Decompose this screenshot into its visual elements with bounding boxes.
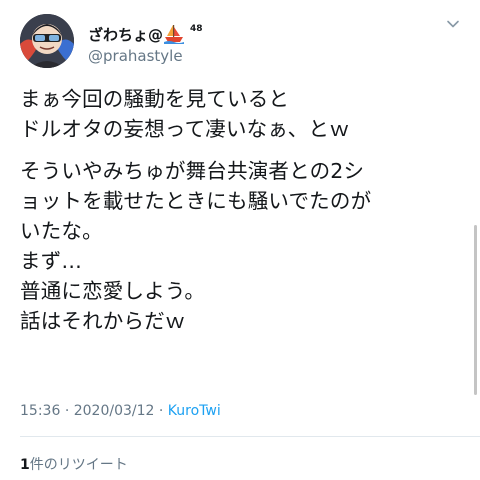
ship-icon xyxy=(164,24,185,44)
badge-number: 48 xyxy=(190,24,203,34)
tweet-metadata: 15:36 · 2020/03/12 · KuroTwi xyxy=(20,403,221,419)
tweet-line: まず… xyxy=(20,249,83,273)
avatar-image xyxy=(20,14,74,68)
tweet-paragraph-2: そういやみちゅが舞台共演者との2シ ョットを載せたときにも騒いでたのが いたな。… xyxy=(20,156,460,336)
scrollbar[interactable] xyxy=(474,225,477,395)
chevron-down-icon[interactable] xyxy=(446,16,460,30)
retweet-count-link[interactable]: 1件のリツイート xyxy=(20,454,128,474)
display-name[interactable]: ざわちょ@ xyxy=(88,24,163,45)
meta-separator: · xyxy=(158,403,164,419)
divider xyxy=(20,436,480,437)
meta-separator: · xyxy=(64,403,70,419)
tweet-source-link[interactable]: KuroTwi xyxy=(168,403,221,419)
tweet-paragraph-1: まぁ今回の騒動を見ていると ドルオタの妄想って凄いなぁ、とｗ xyxy=(20,84,460,144)
tweet-line: 話はそれからだｗ xyxy=(20,309,186,333)
retweet-label: 件のリツイート xyxy=(29,457,128,473)
tweet-header: ざわちょ@ 48 @prahastyle xyxy=(20,14,460,68)
tweet-time: 15:36 xyxy=(20,403,61,419)
tweet-line: いたな。 xyxy=(20,219,103,243)
tweet-line: 普通に恋愛しよう。 xyxy=(20,279,206,303)
tweet-line: まぁ今回の騒動を見ていると xyxy=(20,87,290,111)
tweet-line: ドルオタの妄想って凄いなぁ、とｗ xyxy=(20,117,350,141)
tweet-text: まぁ今回の騒動を見ていると ドルオタの妄想って凄いなぁ、とｗ そういやみちゅが舞… xyxy=(20,84,460,348)
avatar[interactable] xyxy=(20,14,74,68)
user-handle[interactable]: @prahastyle xyxy=(88,47,183,65)
tweet-line: ョットを載せたときにも騒いでたのが xyxy=(20,189,372,213)
tweet-line: そういやみちゅが舞台共演者との2シ xyxy=(20,159,365,183)
retweet-count: 1 xyxy=(20,457,30,473)
tweet-date: 2020/03/12 xyxy=(73,403,155,419)
display-name-row: ざわちょ@ 48 xyxy=(88,24,203,45)
